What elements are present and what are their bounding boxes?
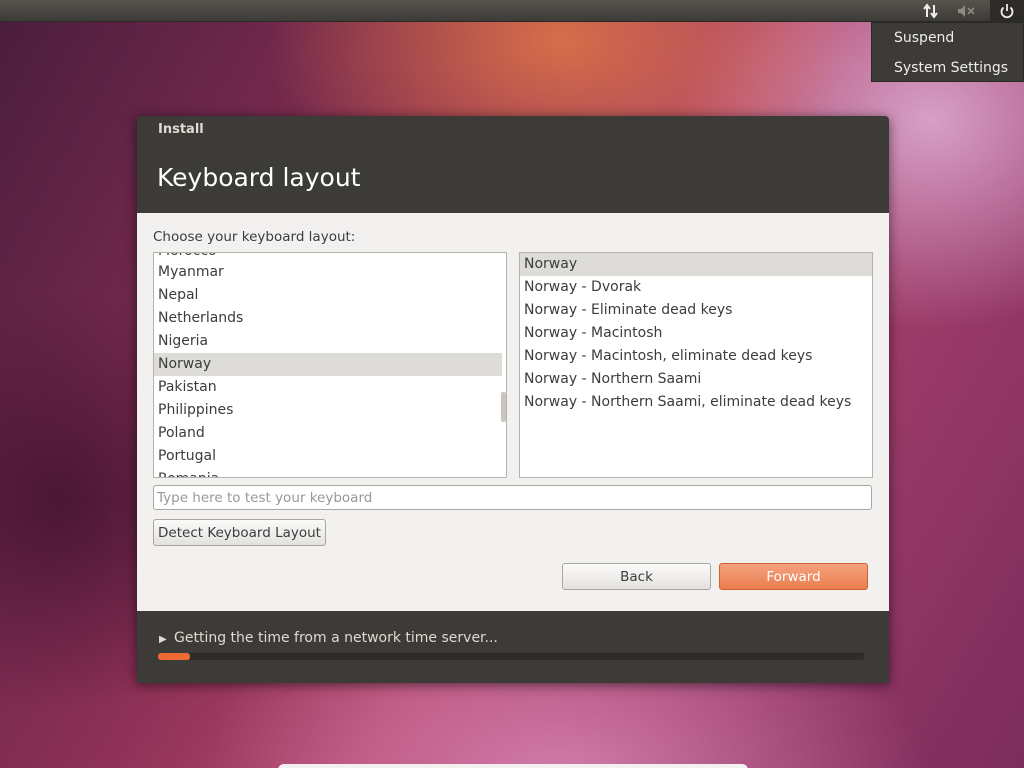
list-item-selected[interactable]: Norway — [154, 353, 502, 376]
list-item[interactable]: Netherlands — [154, 307, 502, 330]
list-item-selected[interactable]: Norway — [520, 253, 872, 276]
network-transfer-icon[interactable] — [914, 0, 948, 22]
list-item[interactable]: Portugal — [154, 445, 502, 468]
power-icon[interactable] — [990, 0, 1024, 22]
list-item[interactable]: Myanmar — [154, 261, 502, 284]
list-item[interactable]: Norway - Northern Saami — [520, 368, 872, 391]
top-panel — [0, 0, 1024, 22]
list-item[interactable]: Pakistan — [154, 376, 502, 399]
background-window-edge — [278, 764, 748, 768]
status-text: Getting the time from a network time ser… — [174, 630, 498, 646]
content-area: Choose your keyboard layout: Morocco Mya… — [137, 213, 889, 611]
window-title: Install — [158, 122, 204, 137]
list-item[interactable]: Nigeria — [154, 330, 502, 353]
expand-arrow-icon[interactable]: ▶ — [159, 634, 167, 645]
power-menu: Suspend System Settings — [871, 22, 1024, 82]
country-list[interactable]: Morocco Myanmar Nepal Netherlands Nigeri… — [153, 252, 507, 478]
list-item[interactable]: Nepal — [154, 284, 502, 307]
status-area: ▶ Getting the time from a network time s… — [137, 611, 889, 683]
layout-variant-list[interactable]: Norway Norway - Dvorak Norway - Eliminat… — [519, 252, 873, 478]
menu-item-suspend[interactable]: Suspend — [872, 27, 1023, 57]
page-title: Keyboard layout — [157, 163, 361, 192]
back-button[interactable]: Back — [562, 563, 711, 590]
list-item[interactable]: Norway - Macintosh, eliminate dead keys — [520, 345, 872, 368]
scrollbar-thumb[interactable] — [501, 392, 506, 422]
menu-item-system-settings[interactable]: System Settings — [872, 57, 1023, 87]
list-item[interactable]: Norway - Dvorak — [520, 276, 872, 299]
progress-fill — [158, 653, 190, 660]
sound-muted-icon[interactable] — [950, 0, 984, 22]
forward-button[interactable]: Forward — [719, 563, 868, 590]
layout-prompt-label: Choose your keyboard layout: — [153, 229, 356, 245]
list-item[interactable]: Philippines — [154, 399, 502, 422]
progress-bar — [158, 653, 864, 660]
list-item[interactable]: Norway - Northern Saami, eliminate dead … — [520, 391, 872, 414]
keyboard-test-input[interactable] — [153, 485, 872, 510]
installer-window: Install Keyboard layout Choose your keyb… — [137, 116, 889, 683]
detect-keyboard-layout-button[interactable]: Detect Keyboard Layout — [153, 519, 326, 546]
list-item[interactable]: Norway - Macintosh — [520, 322, 872, 345]
list-item[interactable]: Romania — [154, 468, 502, 477]
list-item[interactable]: Poland — [154, 422, 502, 445]
list-item[interactable]: Norway - Eliminate dead keys — [520, 299, 872, 322]
